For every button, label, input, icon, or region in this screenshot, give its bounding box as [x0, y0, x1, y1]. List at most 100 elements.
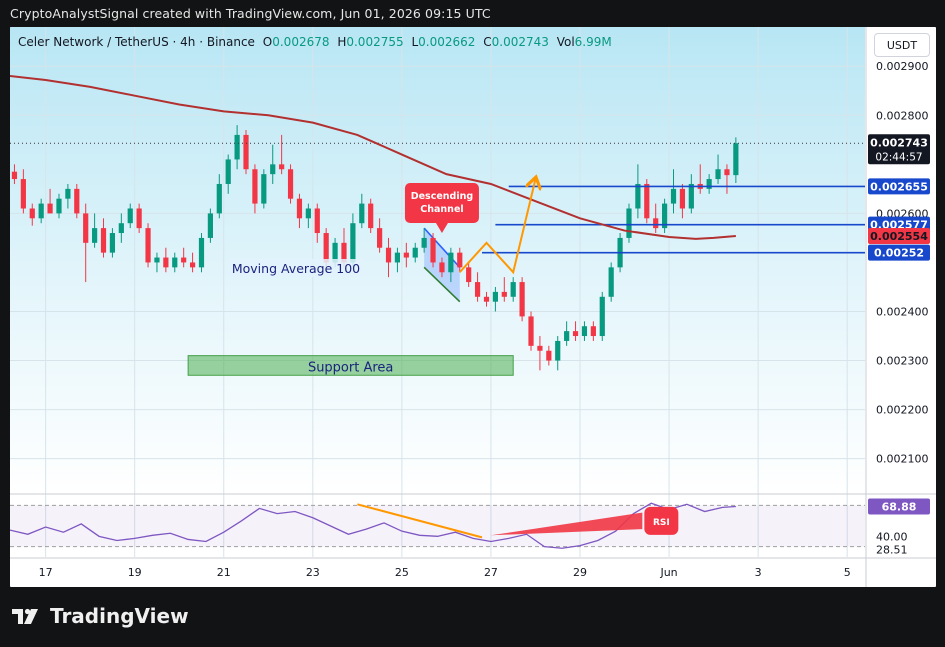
candle-body — [74, 188, 80, 214]
price-tick-label: 0.002400 — [876, 306, 929, 319]
time-tick-label: 17 — [39, 566, 53, 579]
candle-body — [145, 228, 151, 263]
candle-body — [305, 208, 311, 219]
currency-button[interactable]: USDT — [874, 33, 930, 57]
candle-body — [47, 203, 53, 214]
candle-body — [581, 326, 588, 337]
candle-body — [100, 228, 107, 253]
candle-body — [430, 237, 436, 263]
candle-body — [546, 350, 552, 361]
candle-body — [243, 134, 249, 170]
level-flag: 0.002655 — [870, 180, 928, 193]
tradingview-logo: TradingView — [12, 604, 189, 628]
candle-body — [412, 247, 418, 258]
candle-body — [564, 331, 570, 341]
legend-high-label: H — [337, 35, 347, 49]
time-tick-label: 25 — [395, 566, 409, 579]
chart-caption: CryptoAnalystSignal created with Trading… — [10, 6, 491, 21]
candle-body — [635, 183, 641, 209]
candle-body — [350, 223, 356, 263]
candle-body — [207, 213, 213, 238]
candle-body — [466, 267, 472, 283]
legend-close: 0.002743 — [491, 35, 549, 49]
candle-body — [189, 262, 196, 268]
candle-body — [287, 169, 294, 199]
candle-body — [359, 203, 365, 224]
candle-body — [555, 340, 561, 361]
chart-frame[interactable]: Support Area Descending Channel Moving Ave… — [10, 27, 936, 587]
channel-callout-line2: Channel — [420, 204, 463, 215]
price-chart[interactable]: Support Area Descending Channel Moving Ave… — [10, 27, 936, 587]
candle-body — [608, 267, 614, 297]
candle-body — [394, 252, 401, 263]
candle-body — [572, 331, 579, 337]
candle-body — [724, 169, 730, 176]
candle-body — [279, 164, 285, 170]
candle-body — [11, 171, 18, 180]
candle-body — [599, 296, 605, 337]
candle-body — [421, 237, 427, 248]
candle-body — [109, 233, 116, 253]
candle-body — [172, 257, 178, 268]
price-tick-label: 0.002800 — [876, 109, 929, 122]
chart-legend: Celer Network / TetherUS · 4h · Binance … — [18, 35, 612, 49]
candle-body — [715, 169, 721, 180]
tradingview-logo-icon — [12, 608, 38, 624]
time-tick-label: 19 — [128, 566, 142, 579]
candle-body — [234, 134, 240, 160]
time-tick-label: Jun — [659, 566, 677, 579]
candle-body — [679, 188, 686, 209]
candle-body — [590, 326, 596, 337]
candle-body — [688, 183, 694, 209]
candle-body — [706, 179, 712, 189]
candle-body — [92, 228, 98, 243]
time-tick-label: 23 — [306, 566, 320, 579]
candle-body — [653, 218, 659, 229]
candle-body — [519, 282, 525, 317]
candle-body — [270, 164, 276, 175]
legend-symbol: Celer Network / TetherUS · 4h · Binance — [18, 35, 255, 49]
level-flag: 0.00252 — [874, 247, 924, 260]
candle-body — [377, 228, 383, 248]
countdown-label: 02:44:57 — [875, 151, 922, 163]
channel-callout-line1: Descending — [411, 191, 473, 202]
candle-body — [83, 213, 89, 243]
rsi-level-label: 40.00 — [876, 530, 908, 543]
rsi-badge-label: RSI — [653, 518, 670, 528]
legend-open-label: O — [262, 35, 273, 49]
tradingview-brand: TradingView — [50, 604, 189, 628]
candle-body — [510, 282, 516, 297]
candle-body — [65, 188, 71, 199]
legend-close-label: C — [483, 35, 492, 49]
candle-body — [492, 291, 498, 302]
candle-body — [501, 291, 507, 297]
candle-body — [457, 252, 463, 268]
candle-body — [439, 262, 445, 273]
candle-body — [368, 203, 374, 229]
price-tick-label: 0.002900 — [876, 60, 929, 73]
candle-body — [385, 247, 392, 263]
ma100-label: Moving Average 100 — [232, 261, 360, 276]
channel-callout-box — [404, 183, 479, 223]
time-tick-label: 5 — [844, 566, 851, 579]
candle-body — [181, 257, 187, 263]
time-tick-label: 3 — [755, 566, 762, 579]
candle-body — [296, 198, 303, 219]
time-tick-label: 27 — [484, 566, 498, 579]
time-tick-label: 21 — [217, 566, 231, 579]
ma-price-flag: 0.002554 — [870, 230, 928, 243]
candle-body — [314, 208, 320, 234]
legend-vol: 6.99M — [574, 35, 612, 49]
price-tick-label: 0.002100 — [876, 453, 929, 466]
candle-body — [29, 208, 35, 219]
candle-body — [136, 208, 142, 229]
rsi-min-label: 28.51 — [876, 544, 908, 557]
price-tick-label: 0.002200 — [876, 404, 929, 417]
candle-body — [225, 159, 231, 184]
rsi-value-flag: 68.88 — [882, 500, 917, 513]
candle-body — [733, 143, 739, 176]
candle-body — [323, 233, 329, 263]
candle-body — [118, 223, 124, 234]
candle-body — [261, 174, 267, 204]
legend-vol-label: Vol — [556, 35, 575, 49]
